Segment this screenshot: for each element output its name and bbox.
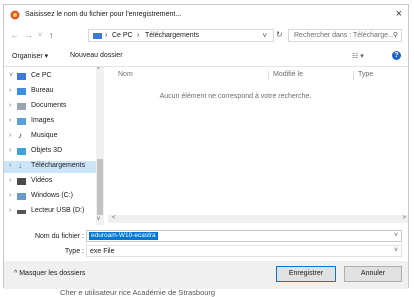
- expand-chevron-icon[interactable]: ˅: [9, 72, 13, 79]
- expand-chevron-icon[interactable]: ›: [9, 132, 11, 139]
- nav-item-usb-d[interactable]: › Lecteur USB (D:): [4, 206, 96, 218]
- refresh-icon[interactable]: ↻: [276, 30, 283, 39]
- expand-chevron-icon[interactable]: ›: [9, 87, 11, 94]
- nav-item-windows-c[interactable]: › Windows (C:): [4, 191, 96, 203]
- filename-value[interactable]: eduroam-W10-ecastra: [89, 232, 158, 240]
- nav-item-label: Téléchargements: [31, 162, 86, 169]
- dialog-footer: ^ Masquer les dossiers Enregistrer Annul…: [4, 261, 408, 289]
- scroll-up-icon[interactable]: ^: [97, 67, 100, 73]
- column-divider: [268, 71, 269, 80]
- nav-item-label: Ce PC: [31, 72, 52, 79]
- expand-chevron-icon[interactable]: ›: [9, 102, 11, 109]
- breadcrumb-separator: ›: [105, 32, 108, 39]
- filename-row: Nom du fichier : eduroam-W10-ecastra ˅: [4, 230, 408, 244]
- nav-item-label: Lecteur USB (D:): [31, 207, 85, 214]
- filename-input[interactable]: eduroam-W10-ecastra ˅: [86, 230, 402, 242]
- 3d-objects-folder-icon: [17, 148, 26, 155]
- save-file-dialog: Saisissez le nom du fichier pour l'enreg…: [3, 4, 409, 289]
- expand-chevron-icon[interactable]: ›: [9, 207, 11, 214]
- nav-item-bureau[interactable]: › Bureau: [4, 86, 96, 98]
- search-icon: ⚲: [392, 32, 398, 39]
- search-placeholder: Rechercher dans : Télécharge...: [294, 32, 394, 39]
- recent-locations-chevron-icon[interactable]: ˅: [38, 31, 42, 41]
- nav-item-label: Images: [31, 117, 54, 124]
- nav-item-ce-pc[interactable]: ˅ Ce PC: [4, 71, 96, 83]
- close-icon[interactable]: ×: [396, 8, 402, 20]
- nav-item-label: Windows (C:): [31, 192, 74, 199]
- videos-folder-icon: [17, 178, 26, 185]
- nav-item-telechargements[interactable]: › ↓ Téléchargements: [4, 161, 96, 173]
- filetype-value: exe File: [90, 248, 115, 255]
- navigation-scrollbar[interactable]: ^ v: [96, 67, 104, 225]
- scrollbar-thumb[interactable]: [97, 159, 103, 215]
- pictures-folder-icon: [17, 118, 26, 125]
- horizontal-scrollbar[interactable]: < >: [108, 215, 408, 223]
- background-page-text: Cher e utilisateur rice Académie de Stra…: [60, 288, 216, 297]
- music-note-icon: ♪: [18, 131, 22, 140]
- address-dropdown-icon[interactable]: ˅: [262, 31, 267, 40]
- filetype-row: Type : exe File ˅: [4, 245, 408, 259]
- scroll-left-icon[interactable]: <: [112, 215, 116, 221]
- forward-arrow-icon[interactable]: →: [24, 30, 33, 40]
- nav-item-videos[interactable]: › Vidéos: [4, 176, 96, 188]
- drive-icon: [17, 193, 26, 200]
- nav-item-musique[interactable]: › ♪ Musique: [4, 131, 96, 143]
- organize-button[interactable]: Organiser ▾: [12, 52, 48, 60]
- expand-chevron-icon[interactable]: ›: [9, 192, 11, 199]
- nav-item-label: Vidéos: [31, 177, 53, 184]
- address-bar[interactable]: › Ce PC › Téléchargements ˅: [88, 29, 274, 42]
- app-icon: [10, 10, 20, 20]
- expand-chevron-icon[interactable]: ›: [9, 177, 11, 184]
- title-bar: Saisissez le nom du fichier pour l'enreg…: [4, 5, 408, 25]
- expand-chevron-icon[interactable]: ›: [9, 147, 11, 154]
- filetype-select[interactable]: exe File ˅: [86, 245, 402, 257]
- save-button[interactable]: Enregistrer: [276, 266, 336, 282]
- command-bar: Organiser ▾ Nouveau dossier ☷ ▾ ?: [4, 49, 408, 65]
- folder-icon: [93, 33, 102, 39]
- up-arrow-icon[interactable]: ↑: [49, 30, 54, 40]
- column-header-type[interactable]: Type: [358, 71, 373, 78]
- nav-item-images[interactable]: › Images: [4, 116, 96, 128]
- new-folder-button[interactable]: Nouveau dossier: [70, 52, 123, 59]
- expand-chevron-icon[interactable]: ›: [9, 162, 11, 169]
- usb-drive-icon: [17, 210, 26, 214]
- empty-message: Aucun élément ne correspond à votre rech…: [159, 93, 312, 100]
- nav-item-label: Documents: [31, 102, 67, 109]
- filename-label: Nom du fichier :: [34, 233, 84, 240]
- download-arrow-icon: ↓: [18, 161, 22, 170]
- search-input[interactable]: Rechercher dans : Télécharge... ⚲: [288, 29, 402, 42]
- breadcrumb-ce-pc[interactable]: Ce PC: [112, 32, 133, 39]
- desktop-folder-icon: [17, 88, 26, 95]
- cancel-button[interactable]: Annuler: [344, 266, 402, 282]
- filetype-dropdown-icon[interactable]: ˅: [394, 247, 398, 254]
- back-arrow-icon[interactable]: ←: [10, 30, 19, 40]
- address-row: ← → ˅ ↑ › Ce PC › Téléchargements ˅ ↻ Re…: [4, 27, 408, 45]
- scroll-right-icon[interactable]: >: [402, 215, 406, 221]
- column-header-modified[interactable]: Modifié le: [273, 71, 303, 78]
- nav-item-label: Bureau: [31, 87, 54, 94]
- nav-item-label: Objets 3D: [31, 147, 63, 154]
- help-icon[interactable]: ?: [392, 51, 401, 60]
- breadcrumb-telechargements[interactable]: Téléchargements: [145, 32, 199, 39]
- file-list: Nom Modifié le Type Aucun élément ne cor…: [108, 67, 408, 225]
- view-options-icon[interactable]: ☷ ▾: [352, 52, 364, 60]
- window-title: Saisissez le nom du fichier pour l'enreg…: [25, 11, 182, 18]
- hide-folders-button[interactable]: ^ Masquer les dossiers: [14, 270, 85, 277]
- column-header-name[interactable]: Nom: [118, 71, 133, 78]
- navigation-pane: ˅ Ce PC › Bureau › Documents › Images › …: [4, 67, 104, 229]
- nav-item-objets-3d[interactable]: › Objets 3D: [4, 146, 96, 158]
- documents-folder-icon: [17, 103, 26, 110]
- nav-item-documents[interactable]: › Documents: [4, 101, 96, 113]
- nav-item-label: Musique: [31, 132, 58, 139]
- expand-chevron-icon[interactable]: ›: [9, 117, 11, 124]
- filetype-label: Type :: [64, 248, 84, 255]
- scroll-down-icon[interactable]: v: [97, 216, 100, 222]
- column-divider: [353, 71, 354, 80]
- filename-dropdown-icon[interactable]: ˅: [394, 232, 398, 239]
- breadcrumb-separator: ›: [137, 32, 140, 39]
- computer-icon: [17, 73, 26, 80]
